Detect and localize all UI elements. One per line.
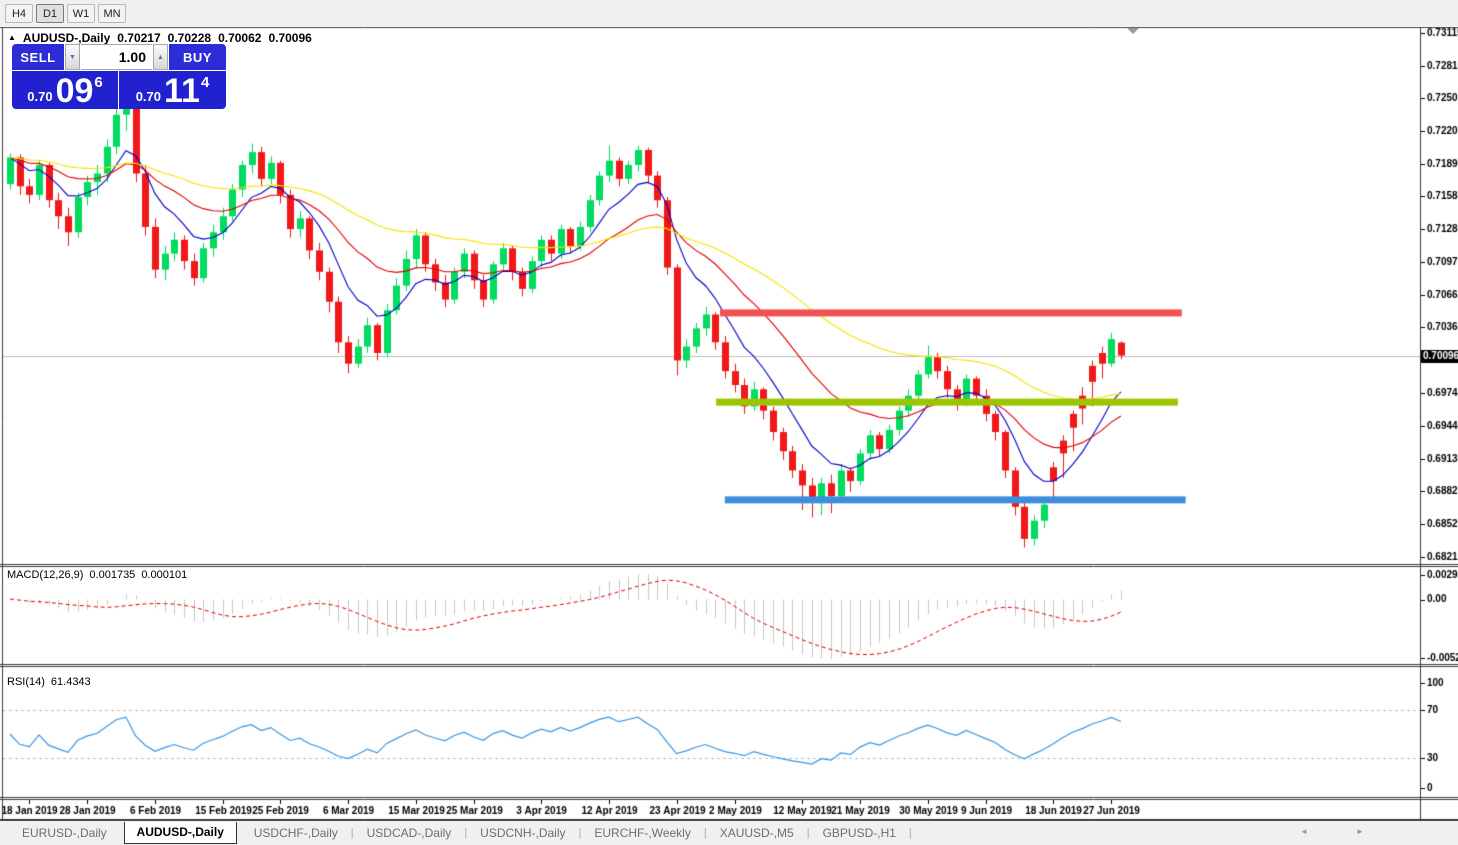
one-click-panel-toggle-icon[interactable]: ▲ [8, 34, 16, 42]
sell-price-prefix: 0.70 [27, 89, 53, 104]
chart-tab-usdcad-daily[interactable]: USDCAD-,Daily [355, 823, 464, 843]
macd-main-value: 0.001735 [89, 569, 136, 581]
one-click-trade-panel: SELL ▼ ▲ BUY 0.70 09 6 0.70 11 4 [12, 44, 226, 109]
macd-indicator-label: MACD(12,26,9) 0.001735 0.000101 [7, 569, 187, 581]
timeframe-button-mn[interactable]: MN [98, 4, 126, 23]
buy-price-point: 4 [200, 74, 210, 91]
sell-price-display[interactable]: 0.70 09 6 [12, 71, 118, 109]
volume-input[interactable] [81, 44, 152, 70]
sell-price-point: 6 [94, 74, 103, 91]
chevron-down-icon: ▼ [69, 53, 76, 61]
chart-tab-eurusd-daily[interactable]: EURUSD-,Daily [10, 823, 119, 843]
rsi-name: RSI(14) [7, 676, 45, 688]
tab-separator: | [806, 827, 810, 839]
buy-button[interactable]: BUY [169, 44, 226, 70]
tab-scroll-right-icon[interactable]: ► [1356, 827, 1364, 836]
chevron-up-icon: ▲ [157, 53, 164, 61]
volume-increase-button[interactable]: ▲ [153, 44, 168, 70]
volume-decrease-button[interactable]: ▼ [65, 44, 80, 70]
tab-separator: | [578, 827, 582, 839]
chart-tab-audusd-daily[interactable]: AUDUSD-,Daily [123, 821, 237, 844]
chart-tab-eurchf-weekly[interactable]: EURCHF-,Weekly [582, 823, 702, 843]
sell-price-pips: 09 [55, 72, 94, 109]
sell-button[interactable]: SELL [12, 44, 64, 70]
rsi-indicator-label: RSI(14) 61.4343 [7, 676, 91, 688]
buy-price-prefix: 0.70 [135, 89, 161, 104]
tab-separator: | [703, 827, 707, 839]
ohlc-high-value: 0.70228 [167, 31, 212, 45]
timeframe-button-h4[interactable]: H4 [5, 4, 33, 23]
macd-name: MACD(12,26,9) [7, 569, 84, 581]
scroll-to-end-marker[interactable] [1127, 28, 1139, 34]
tab-separator: | [350, 827, 354, 839]
buy-price-display[interactable]: 0.70 11 4 [119, 71, 226, 109]
chart-tab-xauusd-m5[interactable]: XAUUSD-,M5 [708, 823, 806, 843]
timeframe-button-w1[interactable]: W1 [67, 4, 95, 23]
mt4-window: { "toolbar": { "timeframes": [ {"label":… [0, 0, 1458, 845]
chart-tab-usdchf-daily[interactable]: USDCHF-,Daily [242, 823, 350, 843]
chart-canvas[interactable] [0, 0, 1458, 845]
chart-header: ▲ AUDUSD-,Daily 0.70217 0.70228 0.70062 … [8, 31, 312, 45]
ohlc-close-value: 0.70096 [268, 31, 312, 45]
ohlc-open-value: 0.70217 [117, 31, 161, 45]
rsi-value: 61.4343 [50, 676, 91, 688]
chart-tab-gbpusd-h1[interactable]: GBPUSD-,H1 [811, 823, 908, 843]
ohlc-low-value: 0.70062 [218, 31, 262, 45]
tab-separator: | [464, 827, 468, 839]
buy-price-pips: 11 [164, 72, 200, 109]
tab-separator: | [908, 827, 912, 839]
chart-tab-usdcnh-daily[interactable]: USDCNH-,Daily [468, 823, 577, 843]
chart-symbol-label: AUDUSD-,Daily [22, 31, 111, 45]
macd-signal-value: 0.000101 [141, 569, 188, 581]
timeframe-toolbar: H4 D1 W1 MN [0, 0, 1458, 27]
timeframe-button-d1[interactable]: D1 [36, 4, 64, 23]
tab-scroll-left-icon[interactable]: ◄ [1300, 827, 1308, 836]
chart-tabs: ◄ ► EURUSD-,Daily|AUDUSD-,Daily|USDCHF-,… [0, 820, 1458, 845]
